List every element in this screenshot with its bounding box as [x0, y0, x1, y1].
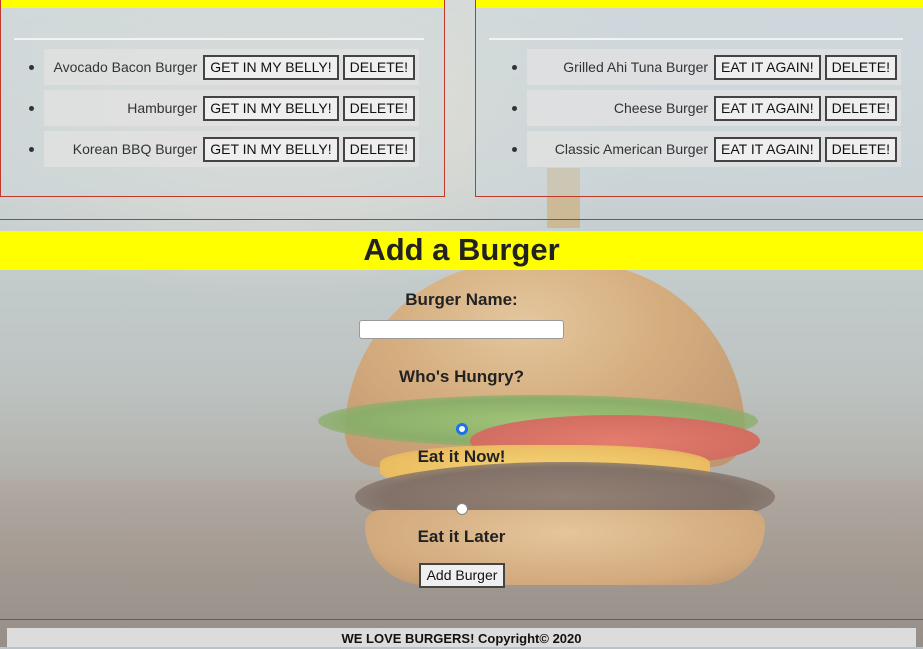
add-burger-button[interactable]: Add Burger	[419, 563, 505, 588]
list-item: Grilled Ahi Tuna Burger EAT IT AGAIN! DE…	[512, 49, 901, 85]
list-item: Hamburger GET IN MY BELLY! DELETE!	[29, 90, 419, 126]
burger-name: Classic American Burger	[554, 141, 709, 157]
divider	[489, 38, 903, 40]
list-item: Avocado Bacon Burger GET IN MY BELLY! DE…	[29, 49, 419, 85]
delete-burger-button[interactable]: DELETE!	[342, 136, 415, 162]
delete-burger-button[interactable]: DELETE!	[342, 54, 415, 80]
footer: WE LOVE BURGERS! Copyright© 2020	[7, 628, 916, 647]
section-divider	[0, 219, 923, 220]
delete-burger-button[interactable]: DELETE!	[342, 95, 415, 121]
panel-header-bar	[1, 0, 444, 8]
panel-header-bar	[476, 0, 923, 8]
eat-burger-button[interactable]: GET IN MY BELLY!	[203, 95, 339, 121]
burger-name: Hamburger	[127, 100, 198, 116]
delete-burger-button[interactable]: DELETE!	[824, 136, 897, 162]
divider	[14, 38, 424, 40]
list-item: Cheese Burger EAT IT AGAIN! DELETE!	[512, 90, 901, 126]
eat-later-label: Eat it Later	[417, 527, 506, 546]
eat-later-radio[interactable]	[456, 503, 468, 515]
add-burger-title: Add a Burger	[0, 231, 923, 270]
delete-burger-button[interactable]: DELETE!	[824, 95, 897, 121]
burger-name: Korean BBQ Burger	[72, 141, 198, 157]
list-item: Korean BBQ Burger GET IN MY BELLY! DELET…	[29, 131, 419, 167]
burger-name-input[interactable]	[359, 320, 564, 339]
burger-name: Cheese Burger	[613, 100, 709, 116]
burger-name: Avocado Bacon Burger	[53, 59, 198, 75]
uneaten-burger-list: Avocado Bacon Burger GET IN MY BELLY! DE…	[29, 49, 419, 172]
eat-burger-button[interactable]: GET IN MY BELLY!	[203, 136, 339, 162]
eaten-burger-list: Grilled Ahi Tuna Burger EAT IT AGAIN! DE…	[512, 49, 901, 172]
eat-again-button[interactable]: EAT IT AGAIN!	[714, 54, 821, 80]
eat-again-button[interactable]: EAT IT AGAIN!	[714, 95, 821, 121]
eat-now-radio[interactable]	[456, 423, 468, 435]
eat-burger-button[interactable]: GET IN MY BELLY!	[203, 54, 339, 80]
burger-name: Grilled Ahi Tuna Burger	[563, 59, 709, 75]
eat-again-button[interactable]: EAT IT AGAIN!	[714, 136, 821, 162]
delete-burger-button[interactable]: DELETE!	[824, 54, 897, 80]
list-item: Classic American Burger EAT IT AGAIN! DE…	[512, 131, 901, 167]
burger-name-label: Burger Name:	[405, 290, 518, 309]
uneaten-burgers-panel: Avocado Bacon Burger GET IN MY BELLY! DE…	[0, 0, 445, 197]
section-divider	[0, 619, 923, 620]
eat-now-label: Eat it Now!	[417, 447, 506, 466]
whos-hungry-label: Who's Hungry?	[399, 367, 524, 386]
